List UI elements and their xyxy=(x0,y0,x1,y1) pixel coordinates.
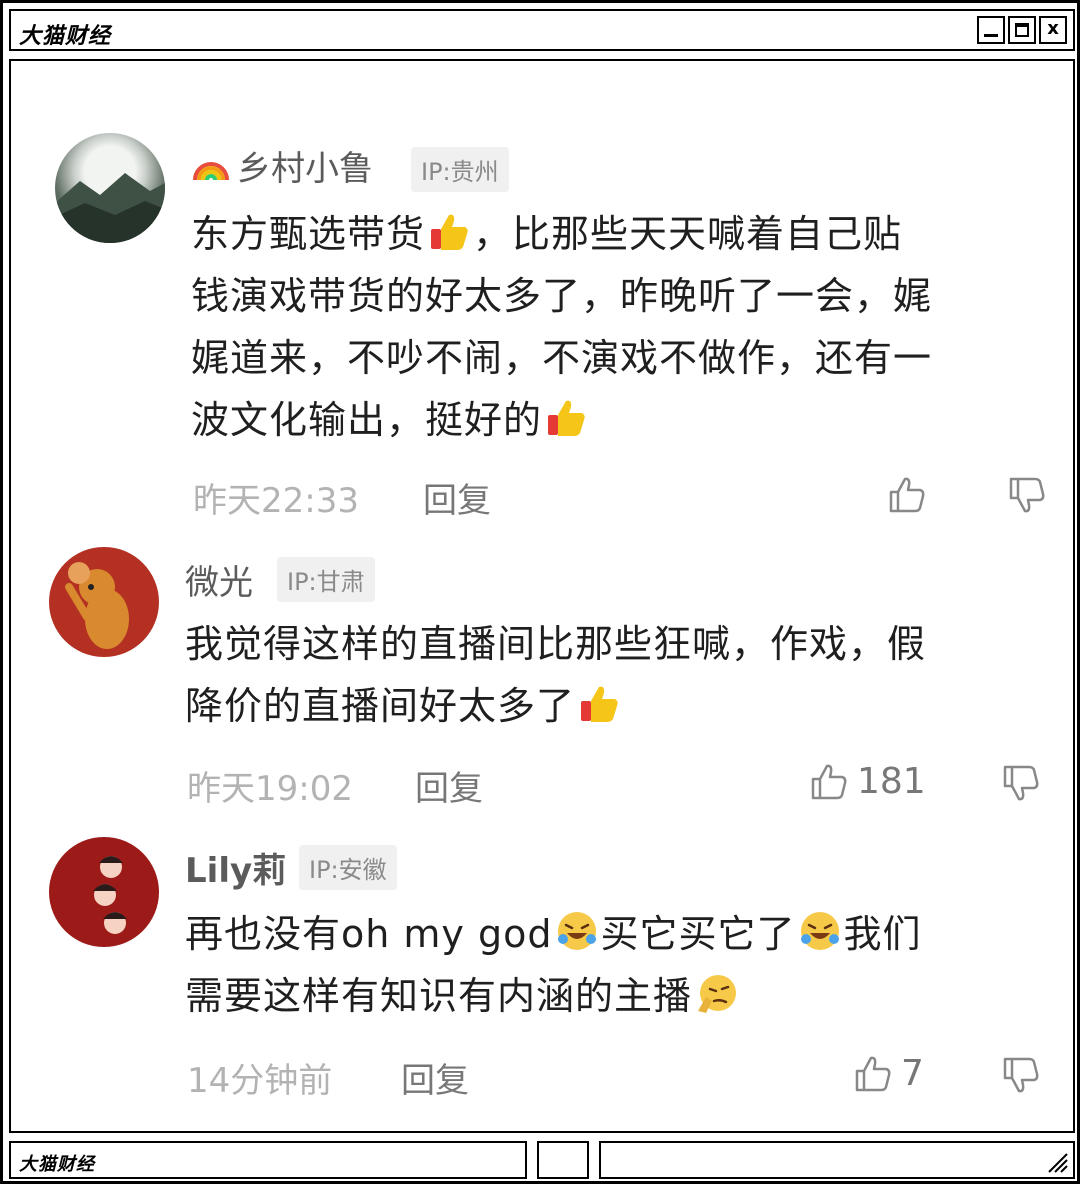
like-count: 7 xyxy=(901,1053,924,1094)
ip-badge: IP:安徽 xyxy=(299,845,397,890)
comment-line: 钱演戏带货的好太多了，昨晚听了一会，娓 xyxy=(191,274,933,318)
thumbs-up-emoji-icon xyxy=(581,686,618,722)
minimize-button[interactable] xyxy=(977,16,1005,44)
mountain-photo-icon xyxy=(55,173,165,243)
comment-line: 降价的直播间好太多了 xyxy=(185,684,576,728)
thumbs-up-icon xyxy=(855,1056,891,1091)
ip-badge: IP:甘肃 xyxy=(277,557,375,602)
thumbs-up-icon xyxy=(811,764,847,799)
status-panel-title: 大猫财经 xyxy=(9,1141,527,1179)
window-frame: 大猫财经 乡村小鲁 xyxy=(0,0,1080,1184)
thinking-face-emoji-icon xyxy=(698,975,737,1013)
username[interactable]: 微光 xyxy=(185,555,253,604)
status-panel xyxy=(599,1141,1075,1179)
laughing-tears-emoji-icon xyxy=(800,912,839,950)
reply-button[interactable]: 回复 xyxy=(415,761,483,810)
cartoon-mouse-icon xyxy=(65,562,129,649)
rainbow-icon xyxy=(193,161,229,180)
title-bar: 大猫财经 xyxy=(9,9,1075,51)
comment-line: 娓道来，不吵不闹，不演戏不做作，还有一 xyxy=(191,336,933,380)
status-bar: 大猫财经 xyxy=(9,1141,1075,1179)
comment-text: 再也没有oh my god 买它买它了 我们 需要这样有知识有内涵的主播 xyxy=(185,903,1065,1027)
reply-button[interactable]: 回复 xyxy=(423,473,491,522)
laughing-tears-emoji-icon xyxy=(557,912,596,950)
close-button[interactable] xyxy=(1039,16,1067,44)
comment-text: 我觉得这样的直播间比那些狂喊，作戏，假 降价的直播间好太多了 xyxy=(185,613,1065,737)
like-button[interactable]: 181 xyxy=(809,761,926,802)
timestamp: 14分钟前 xyxy=(187,1061,333,1101)
like-count: 181 xyxy=(857,761,926,802)
like-button[interactable] xyxy=(887,475,935,515)
comment-list: 乡村小鲁 IP:贵州 东方甄选带货 ，比那些天天喊着自己贴 钱演戏带货的好太多了，… xyxy=(9,59,1075,1133)
comment-line: ，比那些天天喊着自己贴 xyxy=(473,212,903,256)
thumbs-up-emoji-icon xyxy=(548,400,585,436)
avatar[interactable] xyxy=(49,837,159,947)
comment-item: Lily莉 IP:安徽 再也没有oh my god 买它买它了 我们 需要这样有知识… xyxy=(11,831,1073,1131)
thumbs-up-icon xyxy=(889,477,925,513)
avatar[interactable] xyxy=(49,547,159,657)
avatar[interactable] xyxy=(55,133,165,243)
timestamp: 昨天19:02 xyxy=(187,769,353,809)
thumbs-down-icon[interactable] xyxy=(1001,763,1041,803)
username[interactable]: 乡村小鲁 xyxy=(191,141,373,190)
status-panel xyxy=(537,1141,589,1179)
comment-item: 微光 IP:甘肃 我觉得这样的直播间比那些狂喊，作戏，假 降价的直播间好太多了 … xyxy=(11,541,1073,831)
window-controls xyxy=(977,16,1067,44)
new-year-dolls-icon xyxy=(93,856,127,934)
like-button[interactable]: 7 xyxy=(853,1053,924,1094)
username-text: 乡村小鲁 xyxy=(237,149,373,189)
window-title: 大猫财经 xyxy=(19,24,112,49)
reply-button[interactable]: 回复 xyxy=(401,1053,469,1102)
comment-line: 再也没有oh my god xyxy=(185,912,553,956)
timestamp: 昨天22:33 xyxy=(193,481,359,521)
comment-line: 我们 xyxy=(843,912,922,956)
thumbs-down-icon[interactable] xyxy=(1001,1055,1041,1095)
comment-line: 波文化输出，挺好的 xyxy=(191,398,543,442)
comment-line: 需要这样有知识有内涵的主播 xyxy=(185,974,693,1018)
comment-line: 买它买它了 xyxy=(600,912,796,956)
username[interactable]: Lily莉 xyxy=(185,843,286,892)
resize-grip-icon[interactable] xyxy=(1043,1148,1069,1174)
comment-line: 东方甄选带货 xyxy=(191,212,426,256)
status-title: 大猫财经 xyxy=(19,1154,95,1175)
maximize-button[interactable] xyxy=(1008,16,1036,44)
comment-text: 东方甄选带货 ，比那些天天喊着自己贴 钱演戏带货的好太多了，昨晚听了一会，娓 娓道… xyxy=(191,203,1061,451)
thumbs-down-icon[interactable] xyxy=(1007,475,1047,515)
thumbs-up-emoji-icon xyxy=(431,214,468,250)
comment-line: 我觉得这样的直播间比那些狂喊，作戏，假 xyxy=(185,622,927,666)
ip-badge: IP:贵州 xyxy=(411,147,509,192)
comment-item: 乡村小鲁 IP:贵州 东方甄选带货 ，比那些天天喊着自己贴 钱演戏带货的好太多了，… xyxy=(11,61,1073,541)
